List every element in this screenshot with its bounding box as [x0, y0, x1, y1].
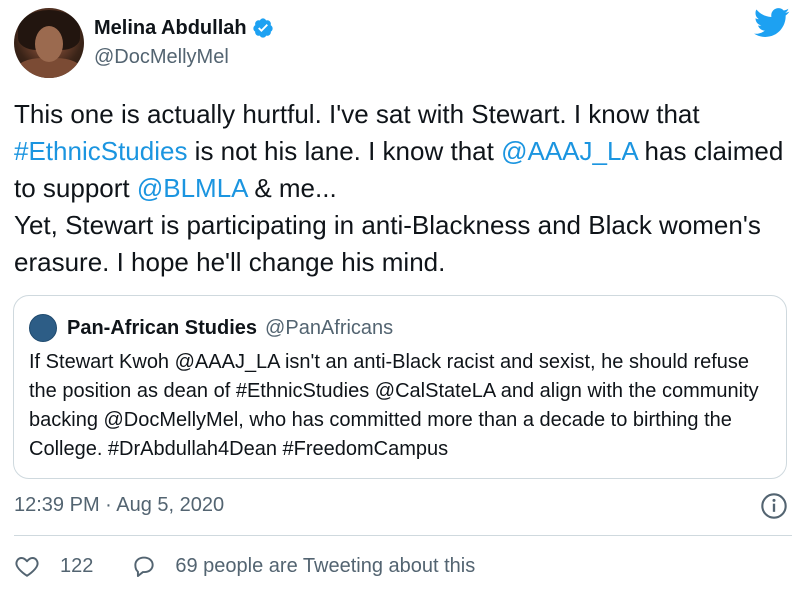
quoted-tweet-header: Pan-African Studies @PanAfricans: [29, 314, 393, 342]
mention-link[interactable]: @BLMLA: [137, 173, 247, 203]
divider: [14, 535, 792, 536]
hashtag-link[interactable]: #EthnicStudies: [14, 136, 187, 166]
tweet-text: This one is actually hurtful. I've sat w…: [14, 96, 794, 281]
tweet-header: Melina Abdullah @DocMellyMel: [14, 8, 792, 80]
heart-icon: [15, 557, 39, 577]
tweet-text-segment: & me...: [247, 173, 337, 203]
reply-activity-text: 69 people are Tweeting about this: [175, 554, 476, 577]
tweet-text-segment: is not his lane. I know that: [187, 136, 502, 166]
comment-bubble-icon: [134, 556, 155, 577]
mention-link[interactable]: @AAAJ_LA: [501, 136, 637, 166]
like-count: 122: [60, 554, 94, 577]
twitter-bird-icon[interactable]: [754, 8, 790, 38]
quoted-tweet-text: If Stewart Kwoh @AAAJ_LA isn't an anti-B…: [29, 351, 759, 460]
quoted-author-handle: @PanAfricans: [265, 316, 394, 339]
tweet-text-segment: Yet, Stewart is participating in anti-Bl…: [14, 210, 761, 277]
info-icon[interactable]: [760, 492, 788, 520]
author-handle[interactable]: @DocMellyMel: [94, 46, 274, 69]
quoted-author-display-name: Pan-African Studies: [67, 316, 258, 339]
verified-badge-icon: [252, 18, 273, 38]
author-name-block: Melina Abdullah @DocMellyMel: [94, 14, 274, 69]
tweet-text-segment: This one is actually hurtful. I've sat w…: [14, 99, 700, 129]
quoted-tweet[interactable]: Pan-African Studies @PanAfricans If Stew…: [13, 295, 787, 479]
tweet-timestamp[interactable]: 12:39 PM · Aug 5, 2020: [14, 494, 224, 517]
reply-button[interactable]: 69 people are Tweeting about this: [131, 553, 475, 579]
tweet-actions: 122 69 people are Tweeting about this: [14, 553, 475, 579]
author-display-name[interactable]: Melina Abdullah: [94, 17, 247, 40]
quoted-author-avatar: [29, 314, 57, 342]
like-button[interactable]: 122: [14, 553, 93, 579]
author-avatar[interactable]: [14, 8, 84, 78]
